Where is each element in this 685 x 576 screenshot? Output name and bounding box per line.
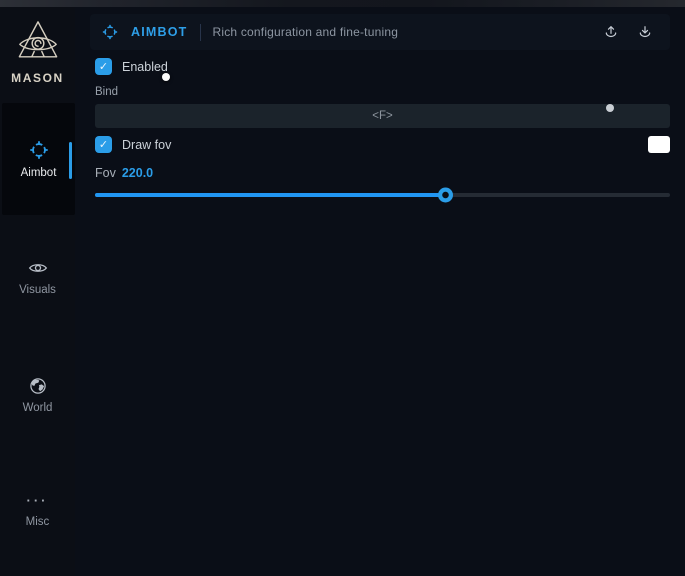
sidebar-item-label: Misc (26, 516, 50, 528)
sidebar-item-aimbot[interactable]: Aimbot (2, 103, 75, 215)
sidebar-item-label: Visuals (19, 284, 56, 296)
page-subtitle: Rich configuration and fine-tuning (213, 25, 399, 39)
fov-label: Fov (95, 166, 116, 180)
eye-icon (28, 258, 48, 278)
page-title: AIMBOT (131, 25, 188, 39)
enabled-label: Enabled (122, 60, 168, 74)
bind-label: Bind (95, 86, 118, 98)
app-window: MASON Aimbot Visuals World ··· Misc AIMB… (0, 0, 685, 576)
bind-input[interactable]: <F> (95, 104, 670, 128)
ellipsis-icon: ··· (27, 496, 49, 510)
header-divider (200, 24, 201, 41)
fov-slider[interactable] (95, 188, 670, 202)
brand: MASON (0, 19, 75, 85)
slider-thumb[interactable] (438, 188, 453, 203)
draw-fov-row: ✓ Draw fov (95, 136, 670, 153)
upload-icon (603, 24, 619, 40)
mason-logo-icon (15, 19, 61, 63)
globe-icon (28, 376, 48, 396)
crosshair-icon (28, 139, 50, 161)
sidebar-item-visuals[interactable]: Visuals (0, 258, 75, 296)
sidebar-item-misc[interactable]: ··· Misc (0, 496, 75, 528)
export-config-button[interactable] (597, 19, 625, 45)
window-top-edge (0, 0, 685, 7)
cursor-dot (606, 104, 614, 112)
slider-fill (95, 193, 446, 197)
sidebar: MASON Aimbot Visuals World ··· Misc (0, 7, 75, 576)
draw-fov-checkbox[interactable]: ✓ (95, 136, 112, 153)
mouse-cursor-dot (162, 73, 170, 81)
fov-value-row: Fov 220.0 (95, 166, 153, 180)
page-header: AIMBOT Rich configuration and fine-tunin… (90, 14, 670, 50)
enabled-row: ✓ Enabled (95, 58, 168, 75)
brand-name: MASON (0, 71, 75, 85)
draw-fov-label: Draw fov (122, 138, 171, 152)
download-icon (637, 24, 653, 40)
sidebar-item-label: Aimbot (21, 167, 57, 179)
content-panel: AIMBOT Rich configuration and fine-tunin… (75, 7, 685, 576)
active-tab-indicator (69, 142, 72, 179)
fov-color-swatch[interactable] (648, 136, 670, 153)
slider-track (95, 193, 670, 197)
bind-value: <F> (372, 110, 392, 122)
enabled-checkbox[interactable]: ✓ (95, 58, 112, 75)
sidebar-item-label: World (23, 402, 53, 414)
sidebar-item-world[interactable]: World (0, 376, 75, 414)
crosshair-icon (101, 23, 119, 41)
fov-value: 220.0 (122, 166, 153, 180)
import-config-button[interactable] (631, 19, 659, 45)
